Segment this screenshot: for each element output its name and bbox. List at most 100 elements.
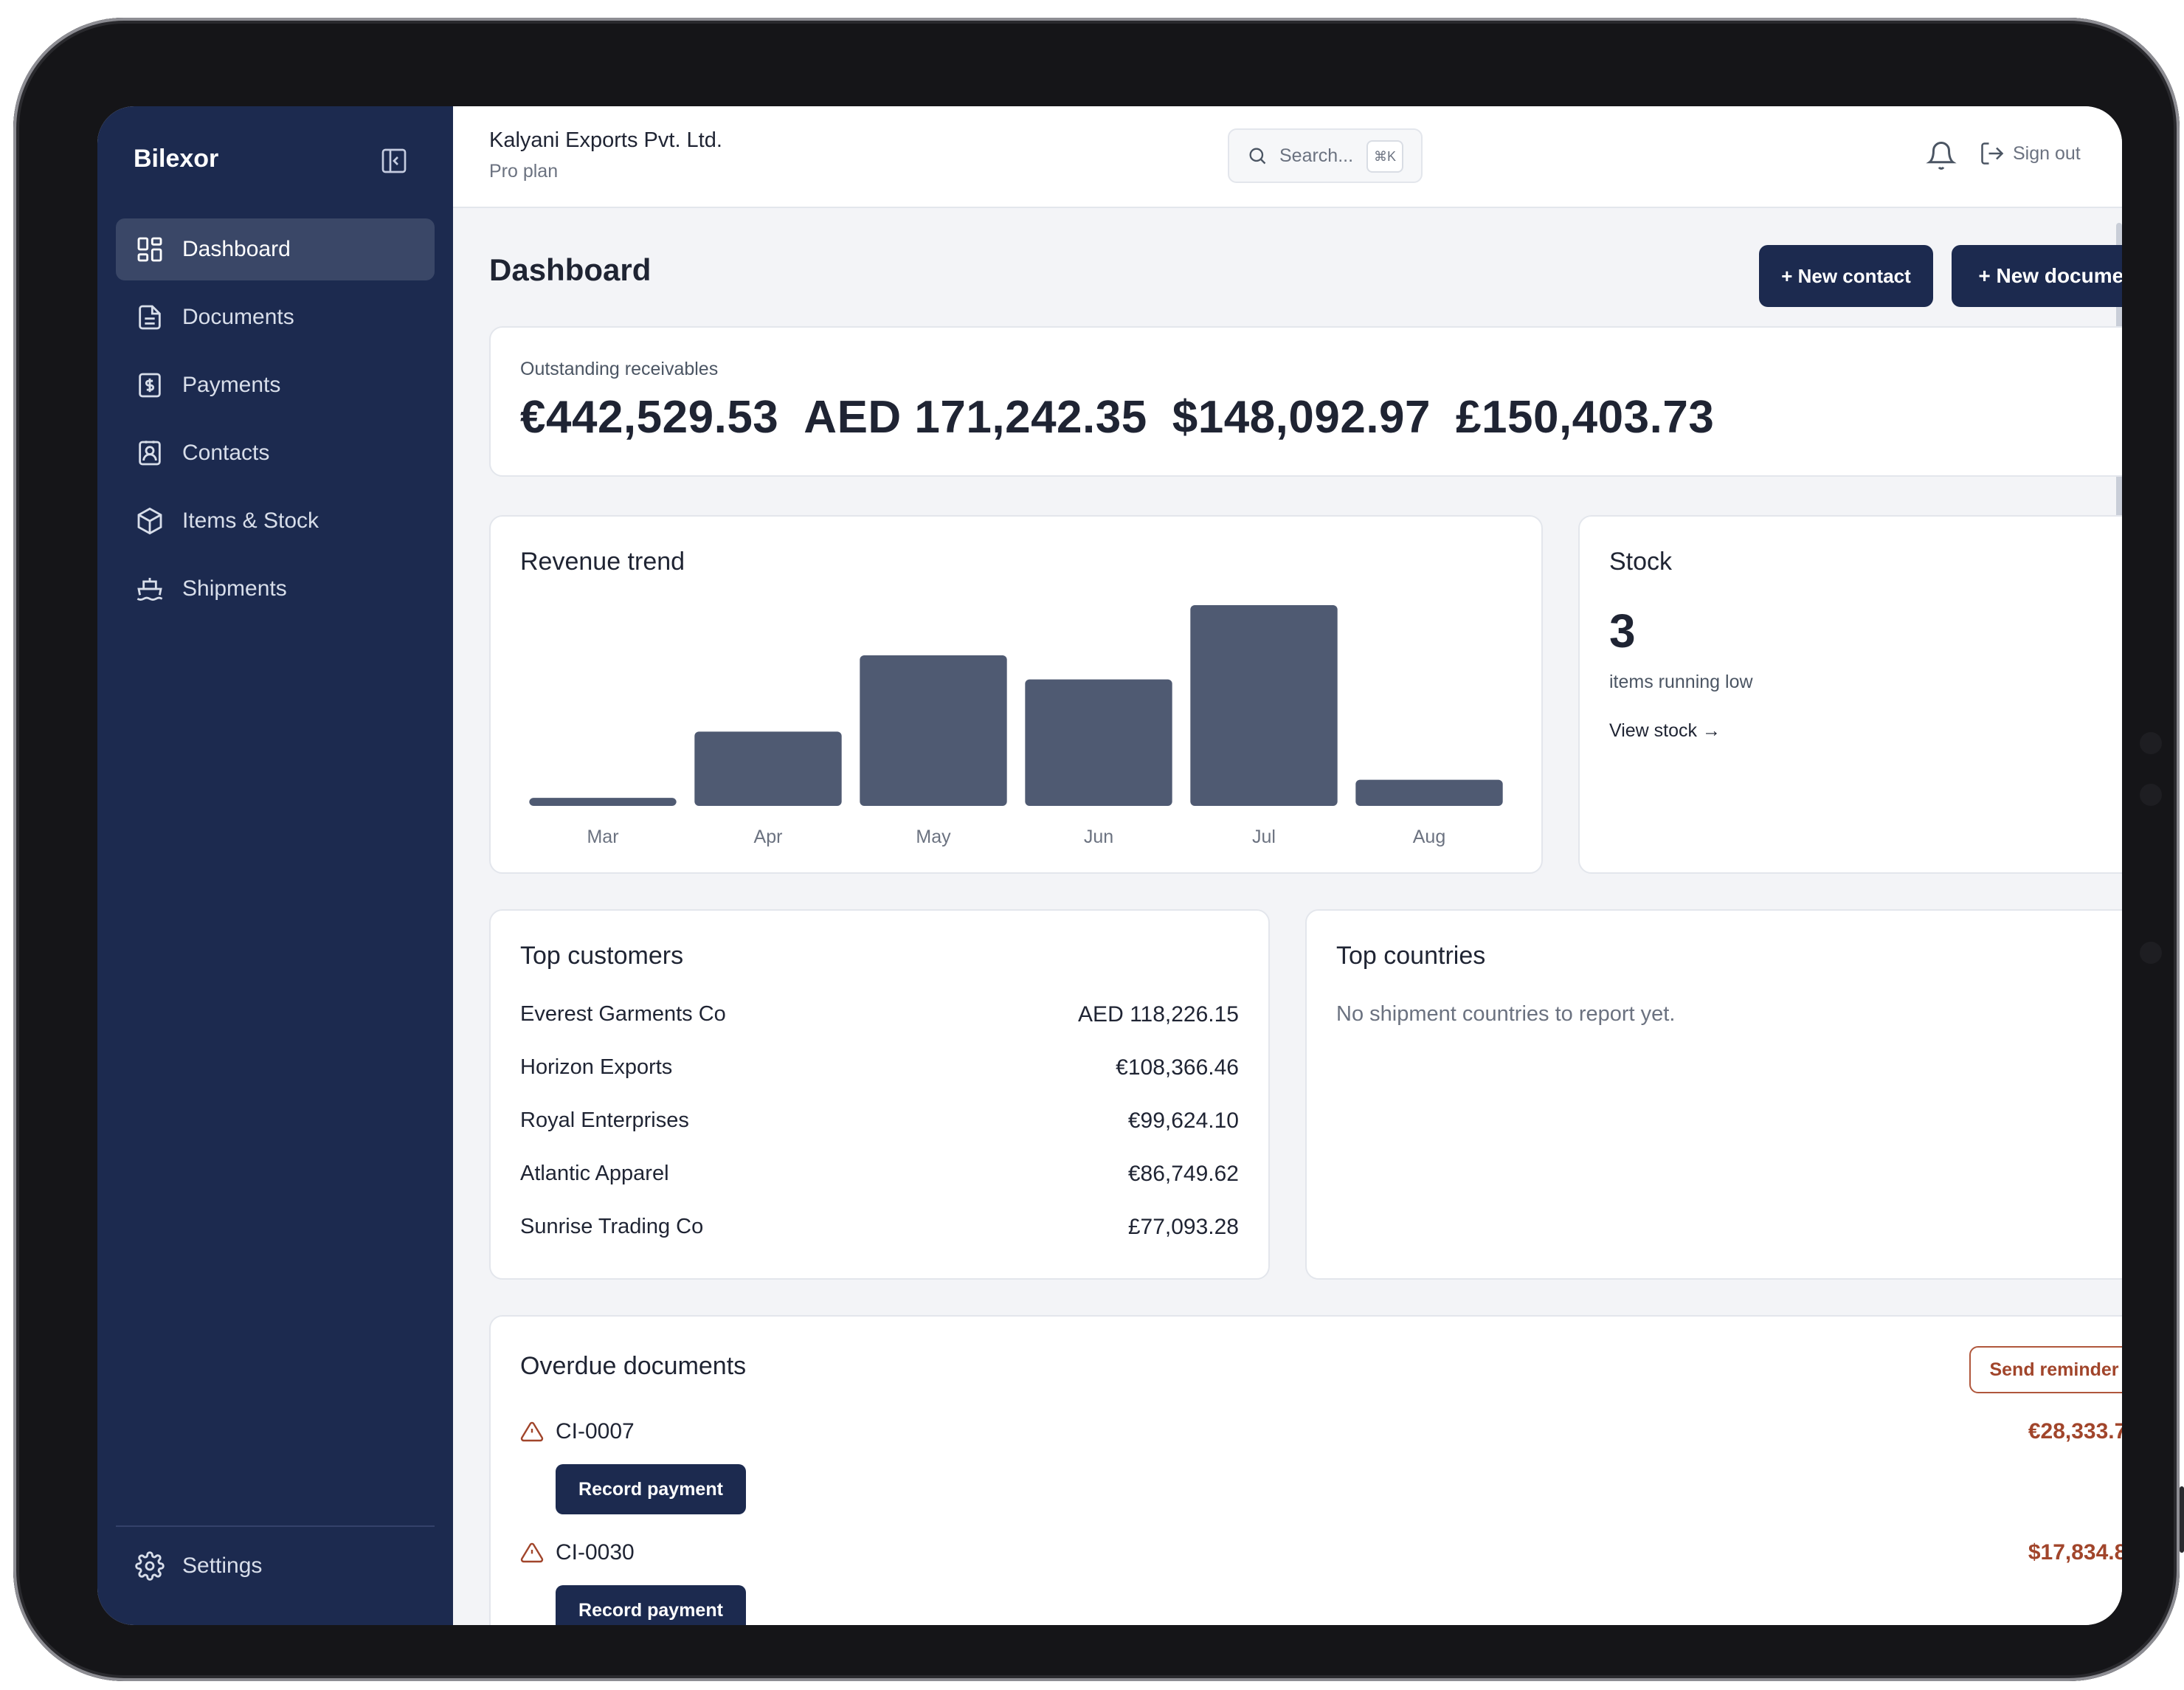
sidebar-item-settings[interactable]: Settings bbox=[116, 1535, 435, 1597]
stock-card: Stock 3 items running low View stock → bbox=[1578, 515, 2122, 874]
camera-dot bbox=[2140, 942, 2162, 964]
document-icon bbox=[139, 305, 161, 330]
empty-state-text: No shipment countries to report yet. bbox=[1336, 1002, 1676, 1026]
sidebar-settings: Settings bbox=[116, 1535, 435, 1603]
doc-amount: €28,333.76 bbox=[2028, 1419, 2122, 1444]
bar-apr[interactable] bbox=[694, 731, 842, 806]
payments-icon bbox=[139, 373, 161, 398]
sidebar-item-label: Documents bbox=[182, 305, 294, 329]
search-input[interactable]: Search... ⌘K bbox=[1228, 128, 1423, 183]
customer-amount: £77,093.28 bbox=[1127, 1215, 1239, 1239]
sidebar-item-documents[interactable]: Documents bbox=[116, 286, 435, 348]
overdue-doc-row[interactable]: CI-0007 €28,333.76 bbox=[520, 1414, 2122, 1449]
customer-name: Atlantic Apparel bbox=[520, 1162, 669, 1185]
customer-row[interactable]: Horizon Exports €108,366.46 bbox=[520, 1055, 1239, 1080]
sidebar-collapse-icon[interactable] bbox=[379, 146, 409, 176]
new-contact-button[interactable]: + New contact bbox=[1759, 245, 1933, 307]
contact-icon bbox=[139, 441, 161, 466]
bell-icon[interactable] bbox=[1926, 140, 1957, 171]
sidebar-nav: Dashboard Documents Payments Contacts It… bbox=[116, 218, 435, 626]
sidebar-item-contacts[interactable]: Contacts bbox=[116, 422, 435, 484]
customer-amount: AED 118,226.15 bbox=[1078, 1002, 1239, 1027]
camera-dot bbox=[2140, 732, 2162, 754]
x-tick-label: Apr bbox=[754, 827, 783, 847]
side-button bbox=[2180, 1486, 2184, 1553]
package-icon bbox=[137, 507, 162, 535]
sidebar-item-payments[interactable]: Payments bbox=[116, 354, 435, 416]
customer-row[interactable]: Atlantic Apparel €86,749.62 bbox=[520, 1162, 1239, 1187]
app-screen: Bilexor Dashboard Documents Payments Con… bbox=[97, 106, 2122, 1625]
topbar: Kalyani Exports Pvt. Ltd. Pro plan Searc… bbox=[453, 106, 2122, 208]
sidebar-item-label: Dashboard bbox=[182, 237, 291, 261]
bar-may[interactable] bbox=[860, 655, 1007, 806]
sign-out-button[interactable]: Sign out bbox=[1979, 140, 2081, 167]
sidebar-item-label: Shipments bbox=[182, 576, 287, 601]
overdue-doc-row[interactable]: CI-0030 $17,834.88 bbox=[520, 1535, 2122, 1570]
sidebar-item-label: Contacts bbox=[182, 441, 270, 465]
warning-icon bbox=[520, 1542, 544, 1563]
sidebar-item-label: Items & Stock bbox=[182, 508, 319, 533]
record-payment-button[interactable]: Record payment bbox=[556, 1464, 746, 1514]
receivables-values: €442,529.53 AED 171,242.35 $148,092.97 £… bbox=[520, 391, 1714, 444]
x-tick-label: Jun bbox=[1084, 827, 1113, 847]
overdue-documents-card: Overdue documents Send reminder CI-0007 … bbox=[489, 1315, 2122, 1625]
top-countries-title: Top countries bbox=[1336, 942, 1486, 970]
warning-icon bbox=[520, 1421, 544, 1442]
customer-name: Sunrise Trading Co bbox=[520, 1215, 704, 1238]
doc-id[interactable]: CI-0030 bbox=[556, 1540, 635, 1565]
overdue-title: Overdue documents bbox=[520, 1352, 747, 1380]
revenue-trend-title: Revenue trend bbox=[520, 548, 685, 576]
top-customers-title: Top customers bbox=[520, 942, 684, 970]
send-reminder-button[interactable]: Send reminder bbox=[1969, 1346, 2122, 1393]
x-tick-label: Jul bbox=[1252, 827, 1276, 847]
receivables-label: Outstanding receivables bbox=[520, 359, 719, 379]
search-icon bbox=[1249, 148, 1266, 165]
x-tick-label: Mar bbox=[587, 827, 618, 847]
top-customers-card: Top customers Everest Garments Co AED 11… bbox=[489, 909, 1270, 1280]
receivable-eur: €442,529.53 bbox=[520, 392, 779, 443]
receivable-usd: $148,092.97 bbox=[1172, 392, 1431, 443]
page-title: Dashboard bbox=[489, 252, 652, 287]
bar-aug[interactable] bbox=[1355, 779, 1503, 806]
camera-dot bbox=[2140, 784, 2162, 806]
customer-row[interactable]: Everest Garments Co AED 118,226.15 bbox=[520, 1002, 1239, 1027]
tablet-frame: Bilexor Dashboard Documents Payments Con… bbox=[13, 18, 2184, 1681]
view-stock-link[interactable]: View stock → bbox=[1609, 720, 1721, 742]
sidebar: Bilexor Dashboard Documents Payments Con… bbox=[97, 106, 453, 1625]
plan-label: Pro plan bbox=[489, 161, 559, 182]
stock-subtitle: items running low bbox=[1609, 672, 1753, 692]
record-payment-button[interactable]: Record payment bbox=[556, 1585, 746, 1625]
revenue-bar-chart: Mar Apr May Jun Jul Aug bbox=[529, 605, 1503, 847]
gear-icon bbox=[135, 1551, 165, 1581]
receivable-aed: AED 171,242.35 bbox=[804, 392, 1147, 443]
sign-out-label: Sign out bbox=[2013, 142, 2081, 164]
brand-logo: Bilexor bbox=[134, 145, 219, 173]
customer-amount: €99,624.10 bbox=[1127, 1108, 1239, 1133]
stock-title: Stock bbox=[1609, 548, 1673, 576]
revenue-trend-card: Revenue trend Mar Apr May Jun Jul Aug bbox=[489, 515, 1543, 874]
customer-row[interactable]: Sunrise Trading Co £77,093.28 bbox=[520, 1215, 1239, 1240]
customer-amount: €86,749.62 bbox=[1127, 1162, 1239, 1186]
org-name: Kalyani Exports Pvt. Ltd. bbox=[489, 128, 722, 152]
bar-mar[interactable] bbox=[529, 798, 677, 806]
top-countries-card: Top countries No shipment countries to r… bbox=[1305, 909, 2122, 1280]
ship-icon bbox=[136, 578, 163, 601]
new-document-button[interactable]: + New document bbox=[1952, 245, 2122, 307]
sidebar-item-label: Settings bbox=[182, 1553, 263, 1578]
main-content: Dashboard + New contact + New document O… bbox=[453, 208, 2122, 1625]
search-shortcut: ⌘K bbox=[1366, 140, 1403, 173]
doc-amount: $17,834.88 bbox=[2028, 1540, 2122, 1565]
sidebar-item-items-stock[interactable]: Items & Stock bbox=[116, 490, 435, 552]
search-placeholder: Search... bbox=[1279, 145, 1354, 166]
sidebar-item-dashboard[interactable]: Dashboard bbox=[116, 218, 435, 280]
customer-row[interactable]: Royal Enterprises €99,624.10 bbox=[520, 1108, 1239, 1134]
bar-jun[interactable] bbox=[1025, 679, 1172, 806]
x-tick-label: May bbox=[916, 827, 951, 847]
sidebar-item-shipments[interactable]: Shipments bbox=[116, 558, 435, 620]
receivable-gbp: £150,403.73 bbox=[1456, 392, 1715, 443]
doc-id[interactable]: CI-0007 bbox=[556, 1419, 635, 1444]
bar-jul[interactable] bbox=[1190, 605, 1338, 806]
customer-amount: €108,366.46 bbox=[1116, 1055, 1239, 1080]
customer-name: Royal Enterprises bbox=[520, 1108, 689, 1132]
stock-count: 3 bbox=[1609, 604, 1636, 658]
